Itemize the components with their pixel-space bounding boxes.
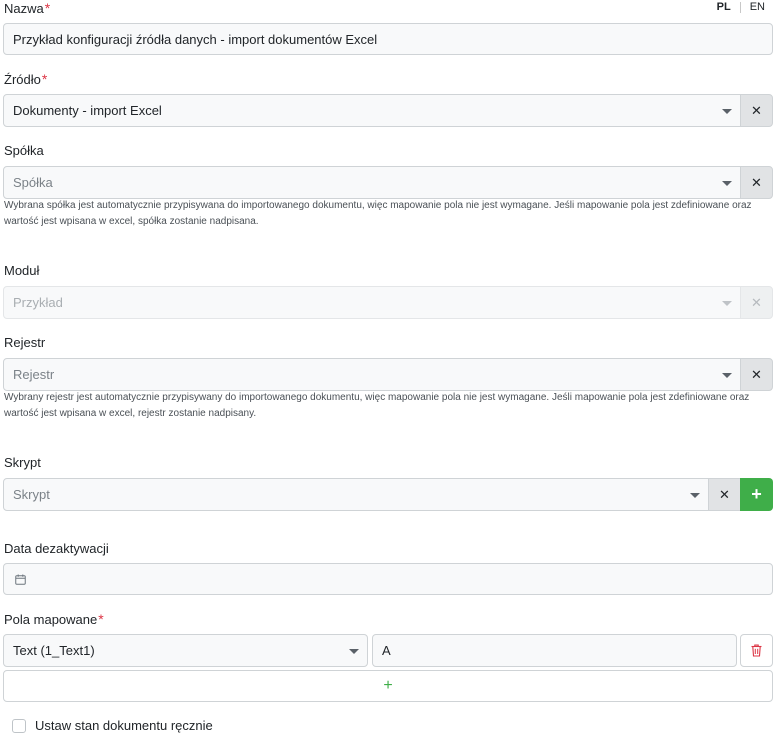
company-label: Spółka: [4, 143, 44, 158]
required-mark: *: [44, 0, 51, 16]
chevron-down-icon: [349, 649, 359, 654]
company-select-placeholder: Spółka: [13, 175, 53, 190]
add-mapped-field-button[interactable]: +: [3, 670, 773, 702]
mapped-field-select-value: Text (1_Text1): [13, 643, 95, 658]
required-mark: *: [98, 611, 104, 627]
register-clear-button[interactable]: ✕: [740, 358, 773, 391]
mapped-field-delete-button[interactable]: [740, 634, 773, 667]
chevron-down-icon: [722, 373, 732, 378]
chevron-down-icon: [722, 301, 732, 306]
name-input-value: Przykład konfiguracji źródła danych - im…: [13, 31, 378, 47]
module-clear-button: ✕: [740, 286, 773, 319]
mapped-column-input-value: A: [382, 643, 391, 658]
manual-state-checkbox[interactable]: [12, 719, 26, 733]
name-input[interactable]: Przykład konfiguracji źródła danych - im…: [3, 23, 773, 55]
trash-icon: [751, 644, 762, 657]
company-help-text: Wybrana spółka jest automatycznie przypi…: [4, 198, 772, 230]
register-help-text: Wybrany rejestr jest automatycznie przyp…: [4, 390, 772, 422]
register-help-line: Wybrany rejestr jest automatycznie przyp…: [4, 392, 750, 403]
close-icon: ✕: [751, 366, 762, 382]
script-select-placeholder: Skrypt: [13, 487, 50, 502]
mapped-fields-label: Pola mapowane*: [4, 611, 104, 627]
calendar-icon: [15, 574, 26, 585]
manual-state-label: Ustaw stan dokumentu ręcznie: [35, 718, 213, 733]
source-select[interactable]: Dokumenty - import Excel: [3, 94, 741, 127]
language-switch: PL EN: [717, 1, 765, 13]
close-icon: ✕: [751, 294, 762, 310]
language-en[interactable]: EN: [750, 1, 765, 13]
close-icon: ✕: [751, 174, 762, 190]
mapped-column-input[interactable]: A: [372, 634, 737, 667]
source-label: Źródło*: [4, 71, 47, 87]
chevron-down-icon: [722, 109, 732, 114]
source-clear-button[interactable]: ✕: [740, 94, 773, 127]
mapped-fields-label-text: Pola mapowane: [4, 612, 98, 627]
script-add-button[interactable]: +: [740, 478, 773, 511]
register-help-line: wartość jest wpisana w excel, rejestr zo…: [4, 408, 257, 419]
name-label-text: Nazwa: [4, 1, 44, 16]
language-separator: [739, 1, 741, 13]
name-label: Nazwa*: [4, 0, 50, 16]
company-clear-button[interactable]: ✕: [740, 166, 773, 199]
mapped-field-select[interactable]: Text (1_Text1): [3, 634, 368, 667]
register-select-placeholder: Rejestr: [13, 367, 55, 382]
chevron-down-icon: [690, 493, 700, 498]
source-label-text: Źródło: [4, 72, 41, 87]
close-icon: ✕: [719, 486, 730, 502]
company-select[interactable]: Spółka: [3, 166, 741, 199]
required-mark: *: [41, 71, 48, 87]
register-label: Rejestr: [4, 335, 46, 350]
script-clear-button[interactable]: ✕: [708, 478, 741, 511]
source-select-value: Dokumenty - import Excel: [13, 103, 162, 118]
module-label: Moduł: [4, 263, 40, 278]
deactivation-date-input[interactable]: [3, 563, 773, 595]
company-help-line: Wybrana spółka jest automatycznie przypi…: [4, 200, 752, 211]
module-select-placeholder: Przykład: [13, 295, 63, 310]
script-label: Skrypt: [4, 455, 41, 470]
plus-icon: +: [383, 677, 393, 694]
company-help-line: wartość jest wpisana w excel, spółka zos…: [4, 216, 259, 227]
language-pl[interactable]: PL: [717, 1, 731, 13]
chevron-down-icon: [722, 181, 732, 186]
script-select[interactable]: Skrypt: [3, 478, 709, 511]
register-select[interactable]: Rejestr: [3, 358, 741, 391]
deactivation-date-label: Data dezaktywacji: [4, 541, 109, 556]
module-select: Przykład: [3, 286, 741, 319]
close-icon: ✕: [751, 102, 762, 118]
plus-icon: +: [751, 484, 762, 504]
